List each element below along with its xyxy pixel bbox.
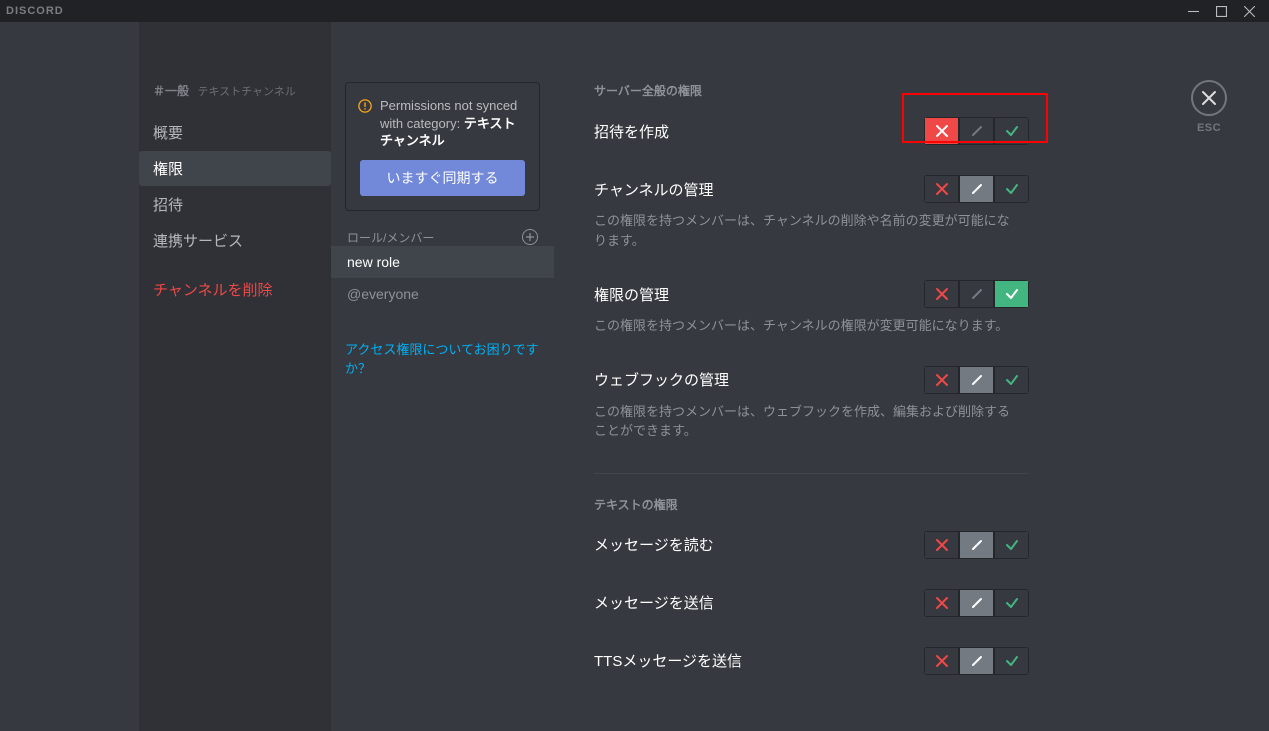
toggle-deny[interactable]	[924, 175, 959, 203]
permissions-scroll[interactable]: サーバー全般の権限 招待を作成 チャンネルの管理	[594, 82, 1269, 731]
toggle-passthrough[interactable]	[959, 280, 994, 308]
sync-now-button[interactable]: いますぐ同期する	[360, 160, 525, 196]
delete-channel-button[interactable]: チャンネルを削除	[139, 272, 331, 307]
sync-notice-text: Permissions not synced with category: テキ…	[360, 97, 525, 150]
perm-label: TTSメッセージを送信	[594, 650, 742, 671]
nav-permissions[interactable]: 権限	[139, 151, 331, 186]
settings-sidebar: ＃一般 テキストチャンネル 概要 権限 招待 連携サービス チャンネルを削除	[139, 22, 331, 731]
perm-send-messages: メッセージを送信	[594, 589, 1029, 617]
window-maximize-button[interactable]	[1207, 0, 1235, 22]
perm-manage-webhooks: ウェブフックの管理 この権限を持つメンバーは、ウェブフックを作成、編集および削除…	[594, 366, 1029, 441]
section-server-permissions: サーバー全般の権限	[594, 82, 1029, 99]
perm-toggle-send-tts	[924, 647, 1029, 675]
perm-description: この権限を持つメンバーは、チャンネルの削除や名前の変更が可能になります。	[594, 211, 1014, 250]
perm-manage-permissions: 権限の管理 この権限を持つメンバーは、チャンネルの権限が変更可能になります。	[594, 280, 1029, 336]
perm-description: この権限を持つメンバーは、チャンネルの権限が変更可能になります。	[594, 316, 1014, 336]
channel-type-crumb: テキストチャンネル	[197, 86, 295, 98]
left-gutter	[0, 22, 139, 731]
toggle-passthrough[interactable]	[959, 117, 994, 145]
perm-toggle-manage-webhooks	[924, 366, 1029, 394]
toggle-allow[interactable]	[994, 366, 1029, 394]
perm-label: 権限の管理	[594, 284, 669, 305]
toggle-allow[interactable]	[994, 589, 1029, 617]
toggle-deny[interactable]	[924, 531, 959, 559]
toggle-allow[interactable]	[994, 117, 1029, 145]
breadcrumb: ＃一般 テキストチャンネル	[139, 82, 331, 114]
nav-integrations[interactable]: 連携サービス	[139, 223, 331, 258]
role-item-everyone[interactable]: @everyone	[331, 278, 554, 310]
nav-invites[interactable]: 招待	[139, 187, 331, 222]
toggle-allow[interactable]	[994, 280, 1029, 308]
permissions-help-link[interactable]: アクセス権限についてお困りですか？	[331, 340, 554, 379]
perm-manage-channel: チャンネルの管理 この権限を持つメンバーは、チャンネルの削除や名前の変更が可能に…	[594, 175, 1029, 250]
toggle-passthrough[interactable]	[959, 175, 994, 203]
toggle-passthrough[interactable]	[959, 531, 994, 559]
add-role-button[interactable]	[522, 229, 538, 245]
perm-label: メッセージを送信	[594, 592, 714, 613]
toggle-deny[interactable]	[924, 117, 959, 145]
window-close-button[interactable]	[1235, 0, 1263, 22]
toggle-deny[interactable]	[924, 366, 959, 394]
perm-label: 招待を作成	[594, 121, 669, 142]
perm-read-messages: メッセージを読む	[594, 531, 1029, 559]
role-item-new-role[interactable]: new role	[331, 246, 554, 278]
perm-create-invite: 招待を作成	[594, 117, 1029, 145]
perm-toggle-create-invite	[924, 117, 1029, 145]
perm-label: ウェブフックの管理	[594, 369, 729, 390]
toggle-deny[interactable]	[924, 280, 959, 308]
window-minimize-button[interactable]	[1179, 0, 1207, 22]
toggle-passthrough[interactable]	[959, 647, 994, 675]
roles-members-label: ロール/メンバー	[347, 229, 434, 246]
perm-send-tts: TTSメッセージを送信	[594, 647, 1029, 675]
nav-overview[interactable]: 概要	[139, 115, 331, 150]
brand-label: DISCORD	[6, 5, 64, 17]
toggle-allow[interactable]	[994, 531, 1029, 559]
section-text-permissions: テキストの権限	[594, 496, 1029, 513]
channel-name-crumb: ＃一般	[153, 84, 189, 98]
section-divider	[594, 473, 1029, 474]
toggle-allow[interactable]	[994, 175, 1029, 203]
perm-toggle-manage-perms	[924, 280, 1029, 308]
sync-notice: Permissions not synced with category: テキ…	[345, 82, 540, 211]
toggle-passthrough[interactable]	[959, 589, 994, 617]
toggle-passthrough[interactable]	[959, 366, 994, 394]
perm-label: チャンネルの管理	[594, 179, 714, 200]
toggle-allow[interactable]	[994, 647, 1029, 675]
perm-description: この権限を持つメンバーは、ウェブフックを作成、編集および削除することができます。	[594, 402, 1014, 441]
main-area: ESC サーバー全般の権限 招待を作成 チャンネルの管理	[554, 22, 1269, 731]
roles-column: Permissions not synced with category: テキ…	[331, 22, 554, 731]
perm-toggle-manage-channel	[924, 175, 1029, 203]
toggle-deny[interactable]	[924, 647, 959, 675]
perm-toggle-send-messages	[924, 589, 1029, 617]
toggle-deny[interactable]	[924, 589, 959, 617]
titlebar: DISCORD	[0, 0, 1269, 22]
roles-members-header: ロール/メンバー	[331, 229, 554, 246]
warning-icon	[358, 99, 372, 113]
perm-toggle-read-messages	[924, 531, 1029, 559]
perm-label: メッセージを読む	[594, 534, 714, 555]
